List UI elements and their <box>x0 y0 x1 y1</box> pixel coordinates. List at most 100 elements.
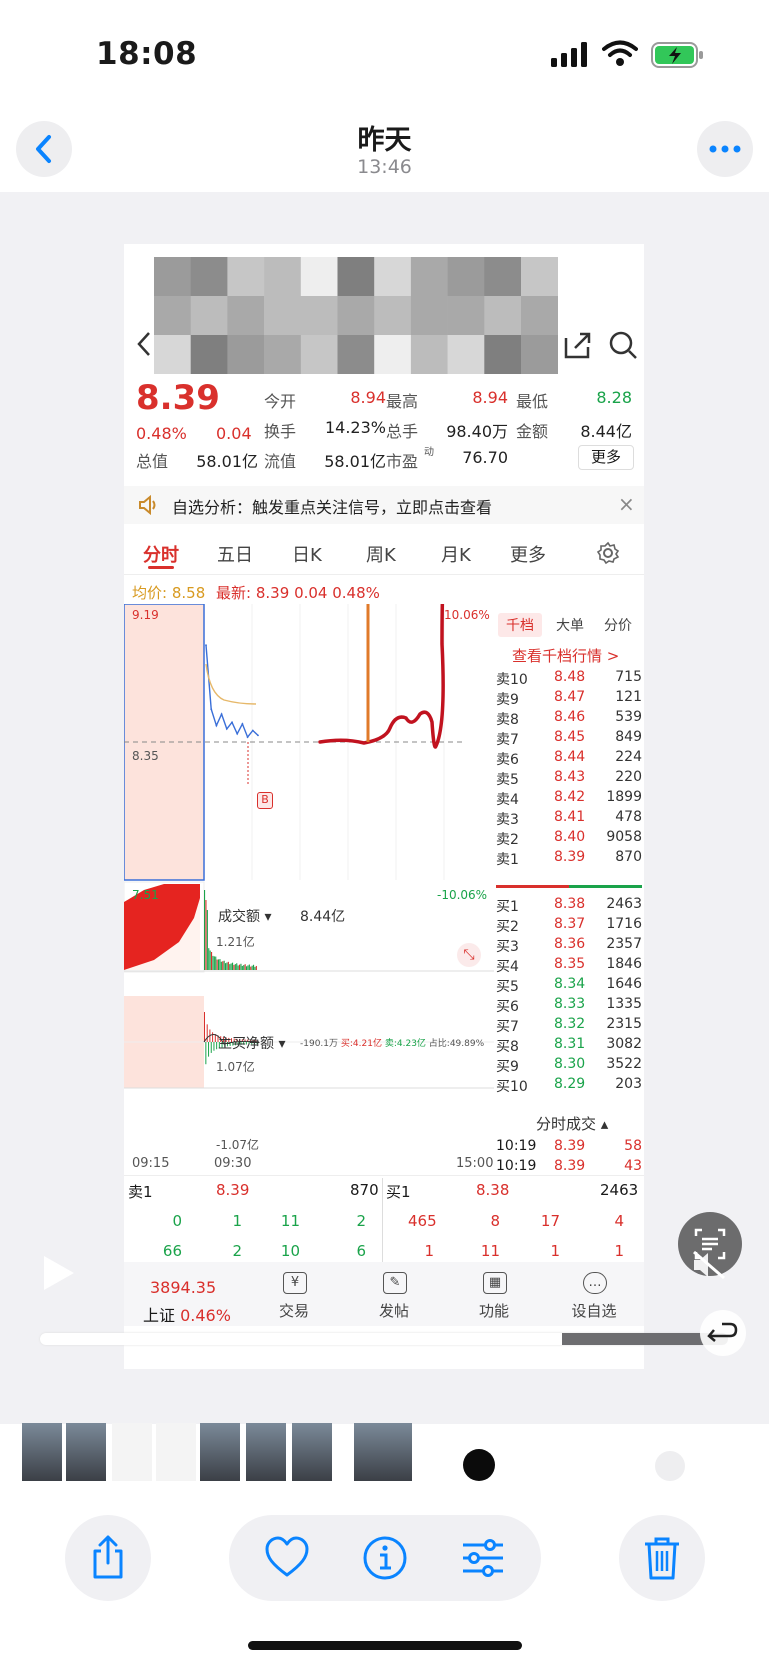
more-options-button[interactable] <box>697 121 753 177</box>
thumbnail[interactable] <box>292 1423 332 1481</box>
orderbook-row: 买7 8.32 2315 <box>496 1016 642 1037</box>
queue-cell: 1 <box>232 1212 242 1230</box>
nav-item-icon[interactable]: ✎ <box>383 1272 407 1294</box>
page-subtitle: 13:46 <box>357 156 412 178</box>
nav-item-label[interactable]: 发帖 <box>354 1300 434 1321</box>
orderbook-level: 买4 <box>496 959 519 975</box>
index-name-pct[interactable]: 上证 0.46% <box>143 1302 231 1326</box>
flow-title[interactable]: 主买净额 ▾ <box>218 1033 285 1053</box>
current-price: 8.39 <box>136 378 220 418</box>
volume-bar <box>222 961 224 970</box>
orderbook-level: 卖7 <box>496 732 519 748</box>
nav-item-icon[interactable]: ¥ <box>283 1272 307 1294</box>
home-indicator <box>248 1641 522 1650</box>
expand-icon[interactable]: ⤡ <box>457 943 481 967</box>
price-point <box>231 721 233 724</box>
thumbnail[interactable] <box>22 1423 62 1481</box>
orderbook-volume: 203 <box>615 1076 642 1092</box>
orderbook-price: 8.33 <box>554 996 586 1012</box>
pixelated-title <box>154 257 558 374</box>
current-thumbnail-dot[interactable] <box>463 1449 495 1481</box>
orderbook-price: 8.48 <box>554 669 586 685</box>
queue-cell: 4 <box>614 1212 624 1230</box>
more-stats-button[interactable]: 更多 <box>578 445 634 470</box>
thumbnail[interactable] <box>354 1423 412 1481</box>
index-value: 3894.35 <box>150 1278 217 1297</box>
orderbook-price: 8.47 <box>554 689 586 705</box>
orderbook-row: 卖3 8.41 478 <box>496 809 642 830</box>
volume-bar <box>240 963 242 970</box>
tab-1[interactable]: 五日 <box>217 541 253 567</box>
time-start: 09:15 <box>132 1156 170 1171</box>
volume-bar <box>255 965 257 970</box>
queue-cell: 10 <box>280 1242 300 1260</box>
mute-icon[interactable] <box>690 1248 728 1286</box>
adjust-sliders-icon[interactable] <box>460 1537 506 1583</box>
orderbook-level: 卖2 <box>496 832 519 848</box>
share-button[interactable] <box>65 1515 151 1601</box>
banner-text: 自选分析：触发重点关注信号，立即点击查看 <box>172 498 493 517</box>
orderbook-price: 8.38 <box>554 896 586 912</box>
nav-item-icon[interactable]: ▦ <box>483 1272 507 1294</box>
volume-bar <box>225 963 227 970</box>
volume-bar <box>247 965 249 970</box>
price-point <box>210 708 213 710</box>
tab-4[interactable]: 月K <box>441 541 471 567</box>
delete-button[interactable] <box>619 1515 705 1601</box>
info-icon[interactable] <box>362 1535 408 1585</box>
undo-icon[interactable] <box>700 1310 746 1356</box>
orderbook-price: 8.46 <box>554 709 586 725</box>
queue-cell: 66 <box>162 1242 182 1260</box>
orderbook-volume: 1899 <box>606 789 642 805</box>
orderbook-tab-0[interactable]: 千档 <box>498 613 542 637</box>
wifi-icon <box>602 40 638 68</box>
tab-5[interactable]: 更多 <box>510 541 546 567</box>
volume-bar <box>223 960 225 970</box>
orderbook-price: 8.34 <box>554 976 586 992</box>
tab-0[interactable]: 分时 <box>143 541 179 567</box>
speaker-icon <box>138 494 160 519</box>
thumbnail[interactable] <box>156 1423 196 1481</box>
orderbook-tab-1[interactable]: 大单 <box>548 613 592 637</box>
thumbnail[interactable] <box>112 1423 152 1481</box>
page-title: 昨天 <box>357 125 412 156</box>
empty-thumbnail-dot[interactable] <box>655 1451 685 1481</box>
orderbook-volume: 224 <box>615 749 642 765</box>
thumbnail[interactable] <box>200 1423 240 1481</box>
orderbook-volume: 121 <box>615 689 642 705</box>
trades-title[interactable]: 分时成交 ▴ <box>536 1113 608 1134</box>
tab-3[interactable]: 周K <box>366 541 396 567</box>
share-icon[interactable] <box>562 330 592 364</box>
orderbook-row: 买2 8.37 1716 <box>496 916 642 937</box>
volume-bar <box>243 965 245 970</box>
y-mid-label: 8.35 <box>132 749 159 763</box>
thumbnail[interactable] <box>246 1423 286 1481</box>
trash-icon <box>645 1537 679 1580</box>
orderbook-volume: 870 <box>615 849 642 865</box>
tab-2[interactable]: 日K <box>292 541 322 567</box>
nav-item-label[interactable]: 设自选 <box>554 1300 634 1321</box>
volume-title[interactable]: 成交额 ▾ <box>218 906 271 926</box>
nav-item-icon[interactable]: … <box>583 1272 607 1294</box>
orderbook-tab-2[interactable]: 分价 <box>596 613 640 637</box>
stat-value: 58.01亿 <box>196 452 258 471</box>
video-scrubber[interactable] <box>40 1333 728 1345</box>
nav-item-label[interactable]: 交易 <box>254 1300 334 1321</box>
close-icon[interactable]: × <box>618 492 635 516</box>
quote-sell-price: 8.39 <box>216 1181 250 1199</box>
app-back-icon[interactable] <box>136 330 152 362</box>
trade-time: 10:19 <box>496 1158 537 1174</box>
search-icon[interactable] <box>608 330 638 364</box>
thumbnail[interactable] <box>66 1423 106 1481</box>
intraday-chart[interactable] <box>124 604 494 1164</box>
pct-bot-label: -10.06% <box>437 888 488 902</box>
nav-item-label[interactable]: 功能 <box>454 1300 534 1321</box>
settings-gear-icon[interactable] <box>596 541 620 569</box>
orderbook-link[interactable]: 查看千档行情 > <box>512 645 619 666</box>
volume-bar <box>232 962 234 970</box>
stat-value: 8.44亿 <box>580 422 632 441</box>
favorite-heart-icon[interactable] <box>264 1536 310 1582</box>
status-time: 18:08 <box>96 36 198 72</box>
play-button[interactable] <box>40 1253 78 1297</box>
volume-bar <box>205 900 207 970</box>
